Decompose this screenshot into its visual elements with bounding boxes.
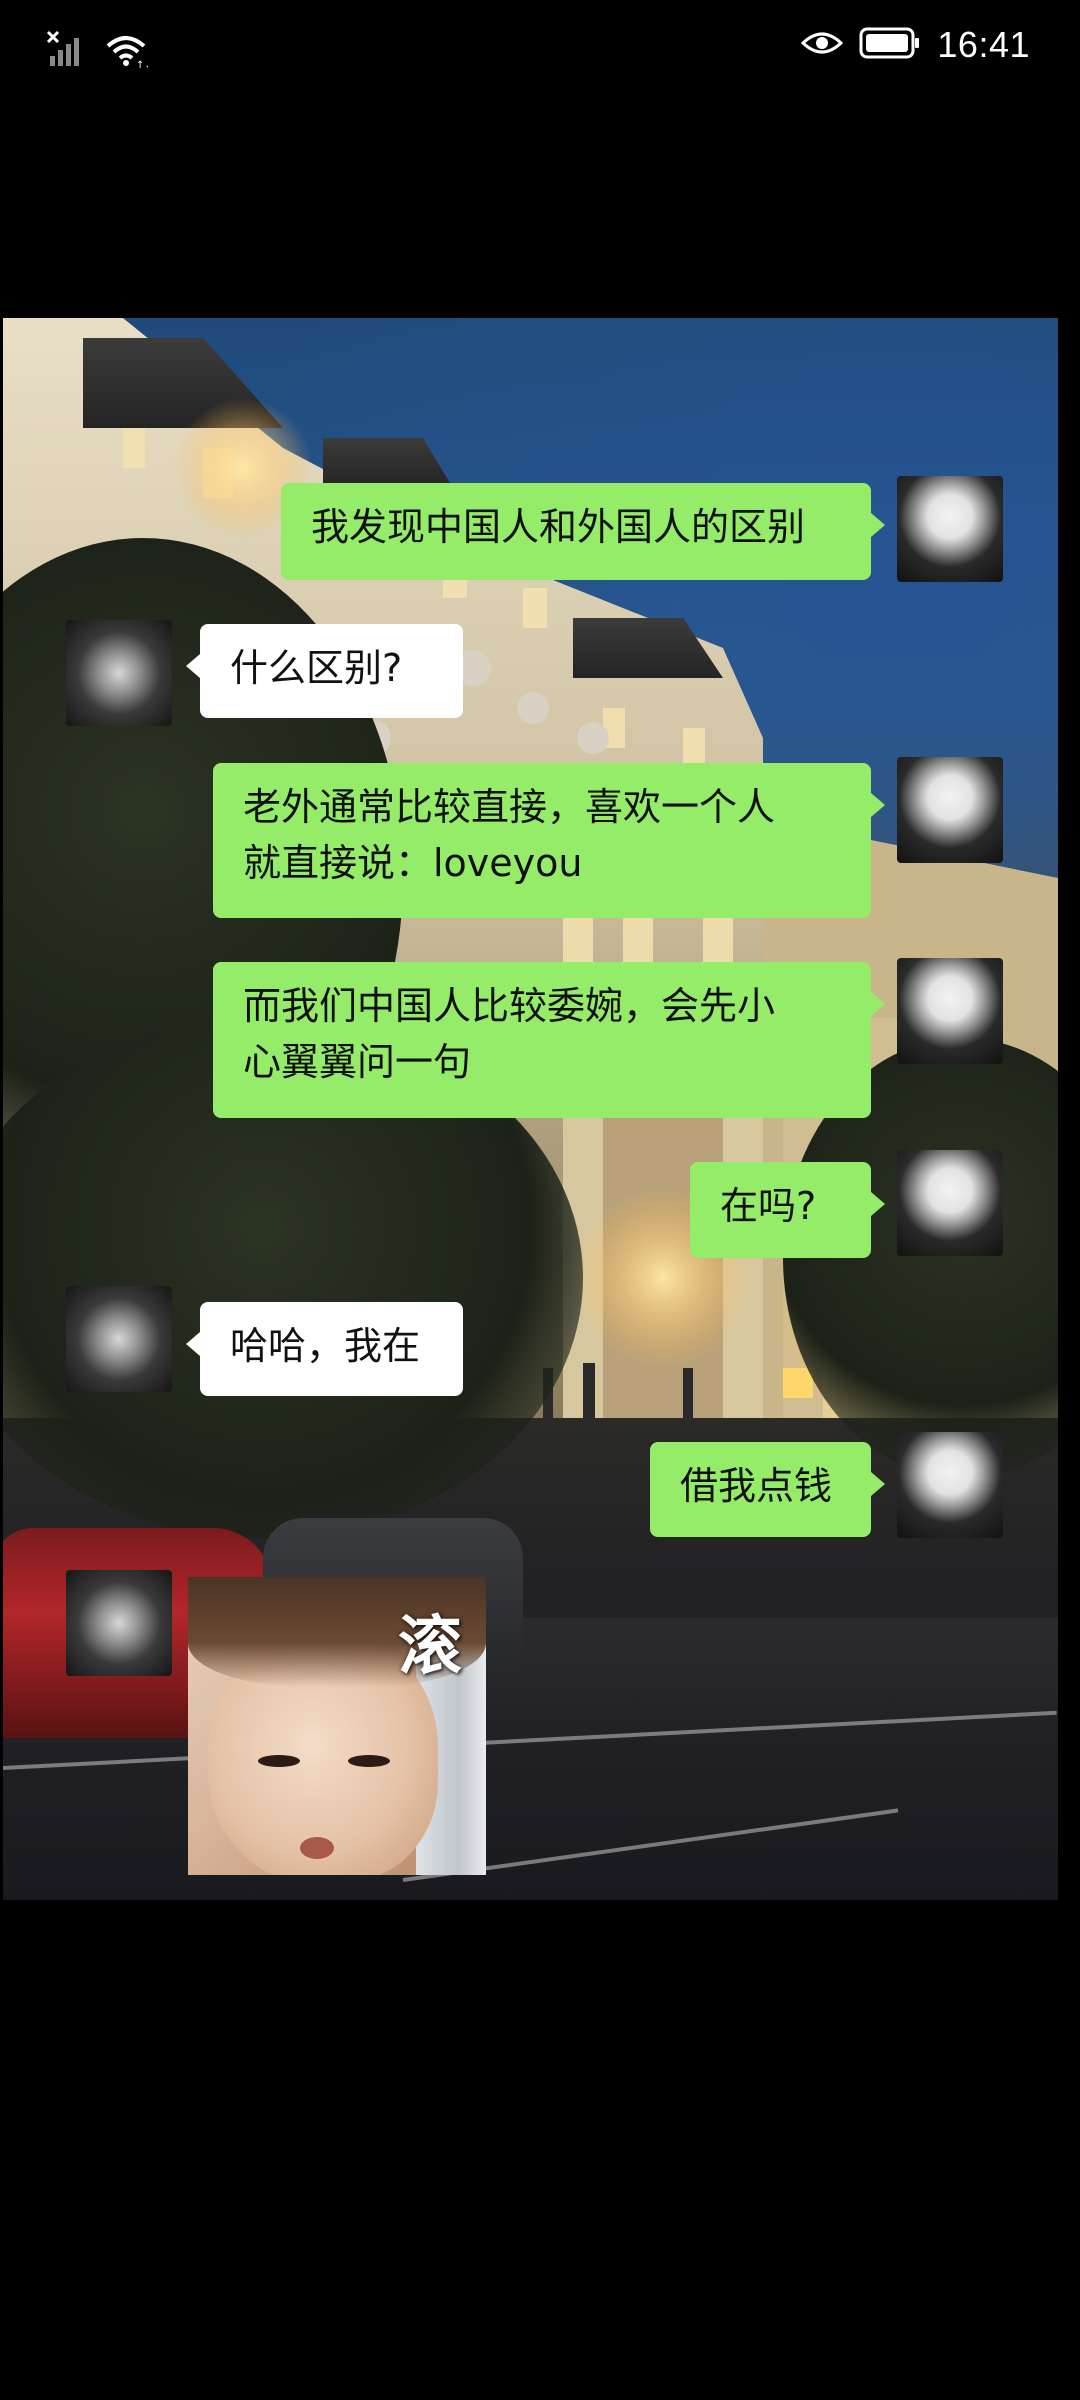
status-left: ↑↓ [46, 30, 153, 74]
sticker-mouth [300, 1837, 334, 1859]
status-right: 16:41 [801, 24, 1030, 66]
avatar-me[interactable] [897, 476, 1003, 582]
avatar-me[interactable] [897, 958, 1003, 1064]
eye-icon [801, 27, 844, 63]
message-bubble-them[interactable]: 什么区别? [186, 624, 463, 718]
sticker-caption: 滚 [398, 1610, 462, 1684]
status-bar: ↑↓ 16:41 [0, 0, 1080, 100]
message-text-line: 老外通常比较直接，喜欢一个人 [243, 785, 776, 829]
message-bubble-me[interactable]: 借我点钱 [650, 1442, 885, 1537]
svg-text:↑↓: ↑↓ [136, 60, 148, 70]
message-text-line: 而我们中国人比较委婉，会先小 [243, 984, 776, 1028]
avatar-me[interactable] [897, 1432, 1003, 1538]
sticker-eye [258, 1755, 300, 1767]
message-text: 哈哈，我在 [230, 1324, 421, 1368]
message-text: 借我点钱 [680, 1464, 833, 1508]
wifi-icon: ↑↓ [104, 30, 153, 74]
sticker-image[interactable]: 滚 [188, 1577, 486, 1875]
message-bubble-me[interactable]: 而我们中国人比较委婉，会先小 心翼翼问一句 [213, 962, 885, 1118]
avatar-them[interactable] [66, 1570, 172, 1676]
message-bubble-me[interactable]: 在吗? [690, 1162, 885, 1258]
message-bubble-them[interactable]: 哈哈，我在 [186, 1302, 463, 1396]
avatar-them[interactable] [66, 620, 172, 726]
message-bubble-me[interactable]: 我发现中国人和外国人的区别 [281, 483, 885, 580]
status-time: 16:41 [937, 24, 1030, 65]
message-text: 什么区别? [230, 646, 403, 690]
battery-icon [859, 26, 921, 64]
avatar-me[interactable] [897, 1150, 1003, 1256]
screen: ↑↓ 16:41 [0, 0, 1080, 2400]
avatar-me[interactable] [897, 757, 1003, 863]
message-text-line: 就直接说：loveyou [243, 841, 583, 885]
sticker-eye [348, 1755, 390, 1767]
signal-off-icon [46, 30, 86, 74]
message-text: 我发现中国人和外国人的区别 [311, 505, 806, 549]
message-bubble-me[interactable]: 老外通常比较直接，喜欢一个人 就直接说：loveyou [213, 763, 885, 918]
avatar-them[interactable] [66, 1286, 172, 1392]
message-text: 在吗? [720, 1184, 817, 1228]
message-text-line: 心翼翼问一句 [243, 1040, 472, 1084]
